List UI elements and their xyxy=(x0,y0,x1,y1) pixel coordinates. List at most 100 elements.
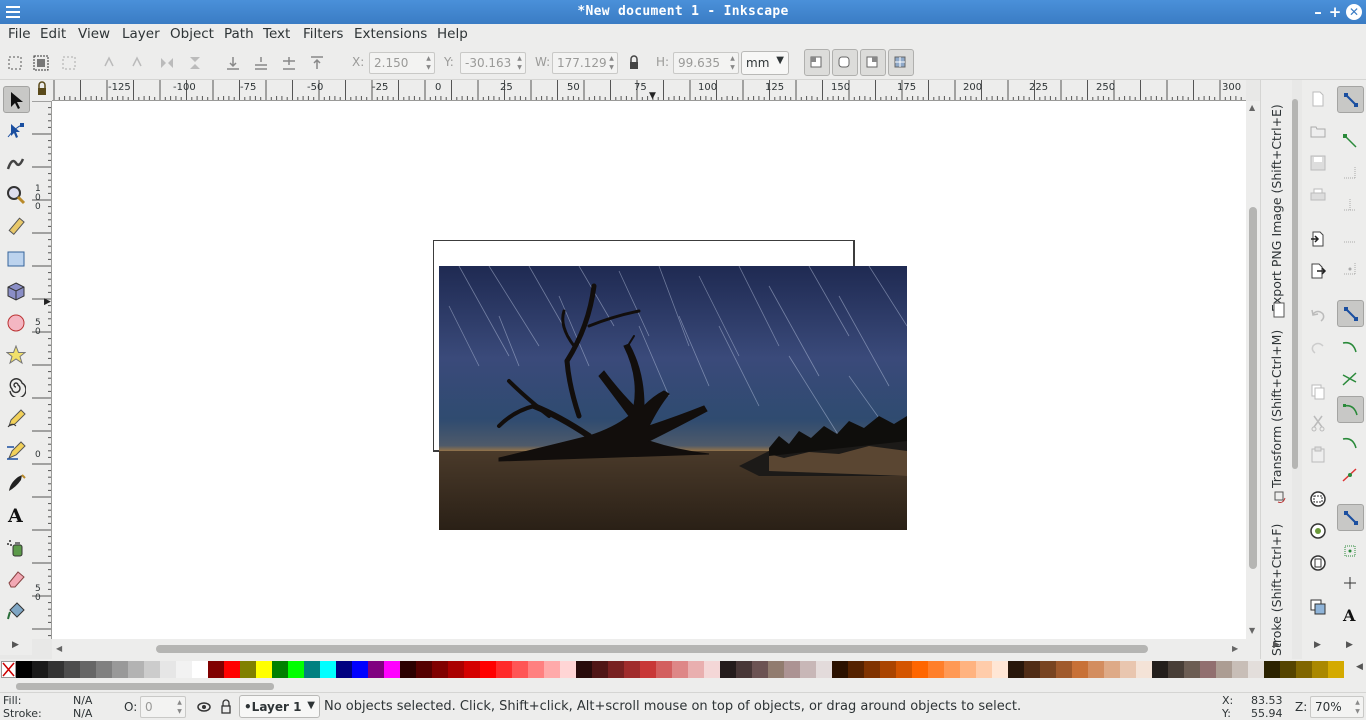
color-swatch[interactable] xyxy=(752,661,768,678)
snap-bbox-toggle[interactable] xyxy=(1337,128,1364,155)
duplicate-icon[interactable] xyxy=(1309,598,1327,616)
scale-corners-button[interactable] xyxy=(832,49,858,76)
snap-path-intersection-toggle[interactable] xyxy=(1337,366,1364,393)
color-swatch[interactable] xyxy=(1200,661,1216,678)
zoom-drawing-icon[interactable] xyxy=(1309,522,1327,540)
color-swatch[interactable] xyxy=(416,661,432,678)
star-tool[interactable] xyxy=(3,342,30,369)
color-swatch[interactable] xyxy=(240,661,256,678)
color-swatch[interactable] xyxy=(896,661,912,678)
scroll-up-icon[interactable]: ▲ xyxy=(1249,103,1255,112)
menu-text[interactable]: Text xyxy=(263,26,290,42)
layer-select[interactable]: •Layer 1 ▼ xyxy=(239,695,320,718)
color-swatch[interactable] xyxy=(720,661,736,678)
color-swatch[interactable] xyxy=(224,661,240,678)
zoom-field[interactable]: ▲▼ xyxy=(1310,696,1364,718)
color-swatch[interactable] xyxy=(176,661,192,678)
dock-arrow-icon[interactable]: ▶ xyxy=(1273,640,1280,650)
color-swatch[interactable] xyxy=(496,661,512,678)
redo-icon[interactable] xyxy=(1309,338,1327,356)
color-swatch[interactable] xyxy=(672,661,688,678)
menu-path[interactable]: Path xyxy=(224,26,254,42)
color-swatch[interactable] xyxy=(80,661,96,678)
color-swatch[interactable] xyxy=(352,661,368,678)
w-spinner[interactable]: ▲ ▼ xyxy=(607,54,616,72)
maximize-icon[interactable]: + xyxy=(1326,3,1344,21)
color-swatch[interactable] xyxy=(1328,661,1344,678)
horizontal-scrollbar[interactable]: ◀ ▶ xyxy=(52,639,1260,659)
node-tool[interactable] xyxy=(3,118,30,145)
menu-filters[interactable]: Filters xyxy=(303,26,343,42)
color-swatch[interactable] xyxy=(560,661,576,678)
color-swatch[interactable] xyxy=(400,661,416,678)
vertical-ruler[interactable]: 1 0 0 5 0 0 5 0 ▶ xyxy=(32,101,52,639)
color-swatch[interactable] xyxy=(864,661,880,678)
copy-icon[interactable] xyxy=(1309,382,1327,400)
tab-stroke[interactable]: Stroke (Shift+Ctrl+F) xyxy=(1269,524,1284,656)
color-swatch[interactable] xyxy=(320,661,336,678)
imported-photo[interactable] xyxy=(439,266,907,530)
palette-menu-icon[interactable]: ◀ xyxy=(1356,662,1363,672)
color-swatch[interactable] xyxy=(208,661,224,678)
spiral-tool[interactable] xyxy=(3,374,30,401)
zoom-spinner[interactable]: ▲ ▼ xyxy=(1353,698,1362,716)
color-swatch[interactable] xyxy=(64,661,80,678)
snap-enable-toggle[interactable] xyxy=(1337,86,1364,113)
open-icon[interactable] xyxy=(1309,122,1327,140)
vertical-scrollbar[interactable]: ▲ ▼ xyxy=(1246,101,1260,639)
zoom-page-icon[interactable] xyxy=(1309,554,1327,572)
color-swatch[interactable] xyxy=(656,661,672,678)
x-field[interactable]: ▲▼ xyxy=(369,52,435,74)
zoom-tool[interactable] xyxy=(3,182,30,209)
color-swatch[interactable] xyxy=(1280,661,1296,678)
scroll-left-icon[interactable]: ◀ xyxy=(56,644,62,653)
color-swatch[interactable] xyxy=(1120,661,1136,678)
color-swatch[interactable] xyxy=(944,661,960,678)
color-swatch[interactable] xyxy=(1168,661,1184,678)
color-swatch[interactable] xyxy=(912,661,928,678)
color-swatch[interactable] xyxy=(288,661,304,678)
color-swatch[interactable] xyxy=(1072,661,1088,678)
color-swatch[interactable] xyxy=(1264,661,1280,678)
color-swatch[interactable] xyxy=(1040,661,1056,678)
color-swatch[interactable] xyxy=(992,661,1008,678)
snap-smooth-nodes-toggle[interactable] xyxy=(1337,430,1364,457)
layer-visibility-icon[interactable] xyxy=(196,699,212,715)
deselect-icon[interactable] xyxy=(60,54,78,72)
color-swatch[interactable] xyxy=(592,661,608,678)
raise-icon[interactable] xyxy=(280,54,298,72)
snap-text-baseline-toggle[interactable]: A xyxy=(1337,602,1364,629)
tweak-tool[interactable] xyxy=(3,150,30,177)
import-icon[interactable] xyxy=(1309,230,1327,248)
unit-select[interactable]: mm ▼ xyxy=(741,51,789,75)
color-swatch[interactable] xyxy=(128,661,144,678)
commands-arrow-icon[interactable]: ▶ xyxy=(1314,640,1321,650)
stroke-value[interactable]: N/A xyxy=(73,707,92,720)
color-swatch[interactable] xyxy=(1152,661,1168,678)
lock-icon[interactable] xyxy=(625,54,643,72)
rectangle-tool[interactable] xyxy=(3,246,30,273)
print-icon[interactable] xyxy=(1309,186,1327,204)
snap-nodes-toggle[interactable] xyxy=(1337,300,1364,327)
horizontal-scroll-thumb[interactable] xyxy=(156,645,1148,653)
move-patterns-button[interactable] xyxy=(888,49,914,76)
drawing-canvas[interactable] xyxy=(52,101,1246,639)
menu-view[interactable]: View xyxy=(78,26,110,42)
color-swatch[interactable] xyxy=(576,661,592,678)
lower-to-bottom-icon[interactable] xyxy=(224,54,242,72)
eraser-tool[interactable] xyxy=(3,566,30,593)
color-swatch[interactable] xyxy=(528,661,544,678)
color-swatch[interactable] xyxy=(736,661,752,678)
scroll-right-icon[interactable]: ▶ xyxy=(1232,644,1238,653)
ellipse-tool[interactable] xyxy=(3,310,30,337)
color-swatch[interactable] xyxy=(1088,661,1104,678)
pencil-tool[interactable] xyxy=(3,406,30,433)
paint-bucket-tool[interactable] xyxy=(3,598,30,625)
color-swatch[interactable] xyxy=(816,661,832,678)
color-swatch[interactable] xyxy=(928,661,944,678)
dock-scroll-thumb[interactable] xyxy=(1292,99,1298,469)
pen-tool[interactable] xyxy=(3,438,30,465)
color-swatch[interactable] xyxy=(1056,661,1072,678)
color-swatch[interactable] xyxy=(432,661,448,678)
menu-object[interactable]: Object xyxy=(170,26,214,42)
